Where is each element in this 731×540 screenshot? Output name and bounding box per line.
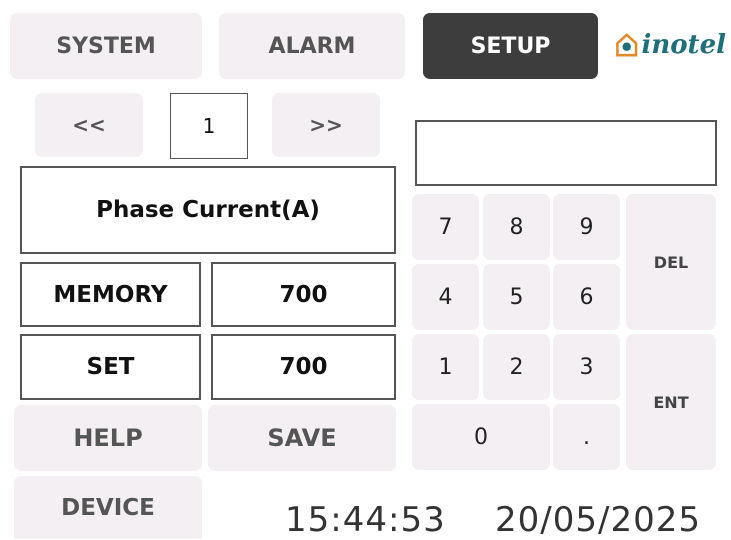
parameter-title: Phase Current(A) (20, 166, 396, 254)
enter-button[interactable]: ENT (626, 334, 716, 470)
page-number-field[interactable]: 1 (170, 93, 248, 159)
status-date: 20/05/2025 (495, 500, 701, 540)
tab-setup[interactable]: SETUP (423, 13, 598, 79)
key-6[interactable]: 6 (553, 264, 620, 330)
key-1[interactable]: 1 (412, 334, 479, 400)
inotel-logo: inotel (614, 24, 726, 66)
status-time: 15:44:53 (285, 500, 446, 540)
key-9[interactable]: 9 (553, 194, 620, 260)
memory-label: MEMORY (20, 262, 201, 327)
help-button[interactable]: HELP (14, 405, 202, 471)
tab-system[interactable]: SYSTEM (10, 13, 202, 79)
key-3[interactable]: 3 (553, 334, 620, 400)
save-button[interactable]: SAVE (208, 405, 396, 471)
key-7[interactable]: 7 (412, 194, 479, 260)
set-value[interactable]: 700 (211, 334, 396, 400)
key-8[interactable]: 8 (483, 194, 550, 260)
key-5[interactable]: 5 (483, 264, 550, 330)
prev-page-button[interactable]: << (35, 93, 143, 157)
logo-mark-icon (616, 33, 638, 57)
key-2[interactable]: 2 (483, 334, 550, 400)
set-label: SET (20, 334, 201, 400)
logo-text: inotel (641, 30, 726, 60)
delete-button[interactable]: DEL (626, 194, 716, 330)
device-button[interactable]: DEVICE (14, 476, 202, 539)
key-dot[interactable]: . (553, 404, 620, 470)
key-0[interactable]: 0 (412, 404, 550, 470)
memory-value: 700 (211, 262, 396, 327)
keypad-display (415, 120, 717, 186)
next-page-button[interactable]: >> (272, 93, 380, 157)
key-4[interactable]: 4 (412, 264, 479, 330)
tab-alarm[interactable]: ALARM (219, 13, 405, 79)
